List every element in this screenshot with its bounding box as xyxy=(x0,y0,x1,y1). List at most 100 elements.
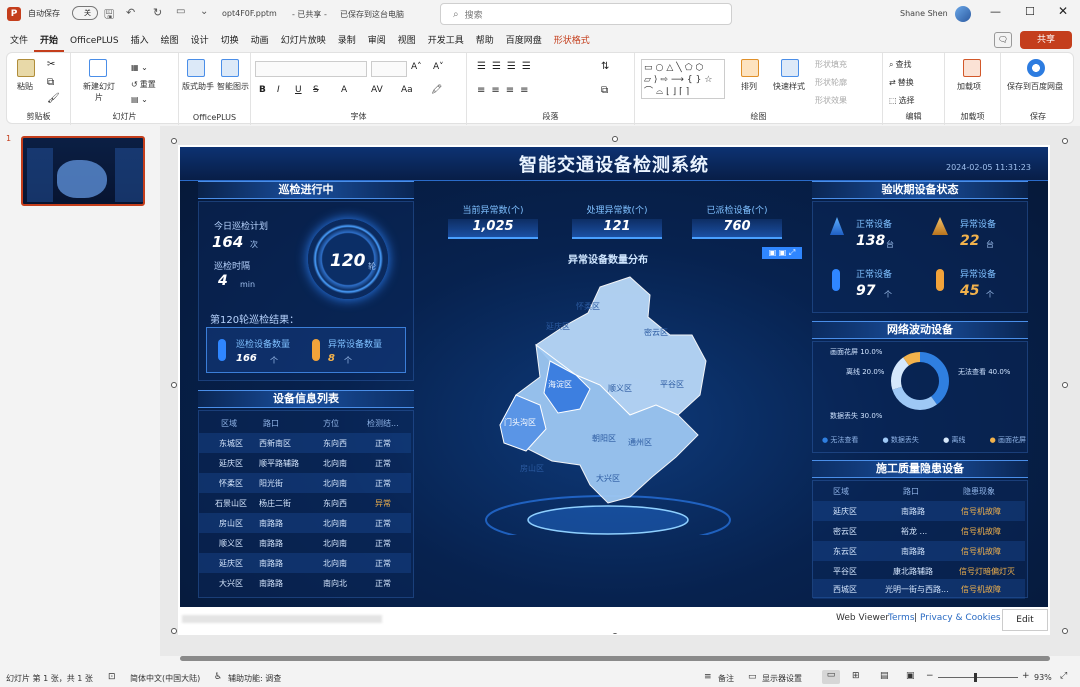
arrange-button[interactable]: 排列 xyxy=(741,81,757,92)
smart-diagram-icon[interactable] xyxy=(221,59,239,77)
accessibility-status[interactable]: 辅助功能: 调查 xyxy=(228,673,281,684)
select-button[interactable]: ⬚ 选择 xyxy=(889,95,915,106)
zoom-out-icon[interactable]: − xyxy=(926,671,934,681)
present-icon[interactable]: ▭ xyxy=(176,6,185,17)
table-row[interactable]: 密云区 裕龙 ... 信号机故障 xyxy=(813,521,1025,541)
scrollbar-thumb[interactable] xyxy=(180,656,1050,661)
strikethrough-button[interactable]: S xyxy=(313,85,319,95)
terms-link[interactable]: Terms xyxy=(888,613,915,623)
font-size-select[interactable] xyxy=(371,61,407,77)
table-row[interactable]: 西城区 光明一街与西路... 信号机故障 xyxy=(813,579,1025,599)
font-color-icon[interactable]: A xyxy=(341,85,347,95)
tab-transitions[interactable]: 切换 xyxy=(215,30,245,52)
zoom-level[interactable]: 93% xyxy=(1034,673,1052,682)
tab-record[interactable]: 录制 xyxy=(332,30,362,52)
resize-handle[interactable] xyxy=(171,382,177,388)
shape-effects-button[interactable]: 形状效果 xyxy=(815,95,847,106)
layout-icon[interactable]: ▦ ⌄ xyxy=(131,63,148,72)
tab-animations[interactable]: 动画 xyxy=(245,30,275,52)
zoom-slider-thumb[interactable] xyxy=(974,673,977,682)
resize-handle[interactable] xyxy=(171,628,177,634)
cut-icon[interactable]: ✂ xyxy=(47,59,55,70)
tab-design[interactable]: 设计 xyxy=(185,30,215,52)
avatar[interactable] xyxy=(955,6,971,22)
new-slide-button[interactable]: 新建幻灯片 xyxy=(83,81,115,103)
char-spacing-icon[interactable]: AV xyxy=(371,85,383,95)
table-row[interactable]: 房山区 南路路 北向南 正常 xyxy=(199,513,411,533)
table-row[interactable]: 平谷区 康北路辅路 信号灯暗偏灯灭 xyxy=(813,561,1025,581)
layout-helper-button[interactable]: 版式助手 xyxy=(182,81,214,92)
tab-insert[interactable]: 插入 xyxy=(125,30,155,52)
tab-review[interactable]: 审阅 xyxy=(362,30,392,52)
resize-handle[interactable] xyxy=(1062,382,1068,388)
resize-handle[interactable] xyxy=(612,136,618,142)
table-row[interactable]: 延庆区 顺平路辅路 北向南 正常 xyxy=(199,453,411,473)
comments-button[interactable]: 🗨 xyxy=(994,32,1012,48)
paste-button[interactable]: 粘贴 xyxy=(17,81,33,92)
align-icons[interactable]: ≡≡≡≡ xyxy=(477,85,535,96)
zoom-slider[interactable] xyxy=(938,677,1018,678)
quick-styles-button[interactable]: 快速样式 xyxy=(773,81,805,92)
tab-view[interactable]: 视图 xyxy=(392,30,422,52)
privacy-link[interactable]: Privacy & Cookies xyxy=(920,613,1001,623)
tab-file[interactable]: 文件 xyxy=(4,30,34,52)
save-icon[interactable]: 🖫 xyxy=(104,5,114,26)
tab-home[interactable]: 开始 xyxy=(34,30,65,52)
quick-styles-icon[interactable] xyxy=(781,59,799,77)
table-row[interactable]: 延庆区 南路路 信号机故障 xyxy=(813,501,1025,521)
fit-slide-icon[interactable]: ⤢ xyxy=(1060,671,1067,681)
table-row[interactable]: 东城区 西新南区 东向西 正常 xyxy=(199,433,411,453)
share-button[interactable]: 共享 xyxy=(1020,31,1072,49)
paste-icon[interactable] xyxy=(17,59,35,77)
search-box[interactable]: ⌕ 搜索 xyxy=(440,3,732,25)
replace-button[interactable]: ⇄ 替换 xyxy=(889,77,914,88)
find-button[interactable]: ⌕ 查找 xyxy=(889,59,911,70)
smartart-icon[interactable]: ⧉ xyxy=(601,85,608,96)
close-icon[interactable]: ✕ xyxy=(1058,4,1068,18)
table-row[interactable]: 怀柔区 阳光街 北向南 正常 xyxy=(199,473,411,493)
copy-icon[interactable]: ⧉ xyxy=(47,77,54,88)
baidu-cloud-icon[interactable] xyxy=(1027,59,1045,77)
new-slide-icon[interactable] xyxy=(89,59,107,77)
user-name[interactable]: Shane Shen xyxy=(900,9,948,18)
save-to-baidu-button[interactable]: 保存到百度网盘 xyxy=(1007,81,1069,92)
change-case-icon[interactable]: Aa xyxy=(401,85,413,95)
shapes-gallery[interactable]: ▭○△╲⬠⬡ ▱⟩⇨⟶{}☆ ⌒⌓⌊⌋⌈⌉ xyxy=(641,59,725,99)
table-row[interactable]: 延庆区 南路路 北向南 正常 xyxy=(199,553,411,573)
maximize-icon[interactable]: ☐ xyxy=(1025,5,1035,18)
customize-icon[interactable]: ⌄ xyxy=(200,6,208,17)
reading-view-icon[interactable]: ▤ xyxy=(880,671,889,681)
shape-outline-button[interactable]: 形状轮廓 xyxy=(815,77,847,88)
font-name-select[interactable] xyxy=(255,61,367,77)
list-icons[interactable]: ☰☰☰☰ xyxy=(477,61,537,72)
tab-developer[interactable]: 开发工具 xyxy=(422,30,470,52)
resize-handle[interactable] xyxy=(1062,138,1068,144)
highlight-icon[interactable]: 🖍 xyxy=(431,85,442,95)
zoom-in-icon[interactable]: + xyxy=(1022,671,1030,681)
table-row[interactable]: 顺义区 南路路 北向南 正常 xyxy=(199,533,411,553)
autosave-toggle[interactable]: 关 xyxy=(72,6,98,20)
table-row[interactable]: 东云区 南路路 信号机故障 xyxy=(813,541,1025,561)
reset-button[interactable]: ↺ 重置 xyxy=(131,79,156,90)
edit-button[interactable]: Edit xyxy=(1002,609,1048,631)
normal-view-icon[interactable]: ▭ xyxy=(822,670,840,684)
display-settings-button[interactable]: 显示器设置 xyxy=(762,673,802,684)
spellcheck-icon[interactable]: ⊡ xyxy=(108,672,116,682)
toolbar-icons[interactable]: ▣ ▣ ⤢ xyxy=(762,247,802,259)
shape-fill-button[interactable]: 形状填充 xyxy=(815,59,847,70)
grow-font-icon[interactable]: A˄ xyxy=(411,62,422,72)
shrink-font-icon[interactable]: A˅ xyxy=(433,62,444,72)
notes-button[interactable]: 备注 xyxy=(718,673,734,684)
tab-baidu[interactable]: 百度网盘 xyxy=(500,30,548,52)
resize-handle[interactable] xyxy=(171,138,177,144)
horizontal-scrollbar[interactable] xyxy=(168,656,1064,662)
slideshow-icon[interactable]: ▣ xyxy=(906,671,915,681)
table-row[interactable]: 大兴区 南路路 南向北 正常 xyxy=(199,573,411,593)
table-row[interactable]: 石景山区 杨庄二街 东向西 异常 xyxy=(199,493,411,513)
format-painter-icon[interactable]: 🖌 xyxy=(47,93,60,104)
smart-diagram-button[interactable]: 智能图示 xyxy=(217,81,249,92)
tab-draw[interactable]: 绘图 xyxy=(155,30,185,52)
underline-button[interactable]: U xyxy=(295,85,302,95)
text-direction-icon[interactable]: ⇅ xyxy=(601,61,609,72)
layout-helper-icon[interactable] xyxy=(187,59,205,77)
